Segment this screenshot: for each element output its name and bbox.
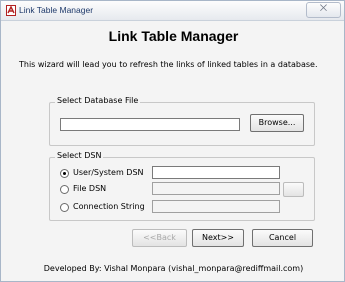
- title-bar[interactable]: Link Table Manager ⨉: [1, 1, 344, 21]
- access-app-icon: [6, 5, 16, 16]
- connection-string-radio[interactable]: [60, 203, 69, 212]
- page-heading: Link Table Manager: [108, 28, 239, 44]
- file-dsn-radio[interactable]: [60, 185, 69, 194]
- database-file-group-label: Select Database File: [55, 96, 141, 105]
- user-system-dsn-label: User/System DSN: [73, 168, 144, 177]
- link-table-manager-window: Link Table Manager ⨉ Link Table Manager …: [0, 0, 345, 282]
- window-title: Link Table Manager: [19, 5, 94, 15]
- user-system-dsn-input[interactable]: [152, 166, 280, 179]
- dsn-group-label: Select DSN: [55, 151, 104, 160]
- close-button[interactable]: ⨉: [306, 2, 341, 18]
- database-file-input[interactable]: [60, 118, 240, 131]
- back-button[interactable]: <<Back: [132, 229, 187, 247]
- user-system-dsn-radio[interactable]: [60, 169, 69, 178]
- file-dsn-label: File DSN: [73, 184, 107, 193]
- intro-text: This wizard will lead you to refresh the…: [19, 60, 318, 69]
- radio-selected-dot: [63, 172, 66, 175]
- file-dsn-browse-button[interactable]: [283, 182, 304, 197]
- browse-button[interactable]: Browse...: [250, 114, 304, 132]
- next-button[interactable]: Next>>: [192, 229, 244, 247]
- developer-credit: Developed By: Vishal Monpara (vishal_mon…: [43, 264, 304, 273]
- connection-string-label: Connection String: [73, 202, 145, 211]
- cancel-button[interactable]: Cancel: [252, 229, 313, 247]
- close-icon: ⨉: [319, 4, 328, 14]
- connection-string-input[interactable]: [152, 200, 280, 213]
- file-dsn-input[interactable]: [152, 182, 280, 195]
